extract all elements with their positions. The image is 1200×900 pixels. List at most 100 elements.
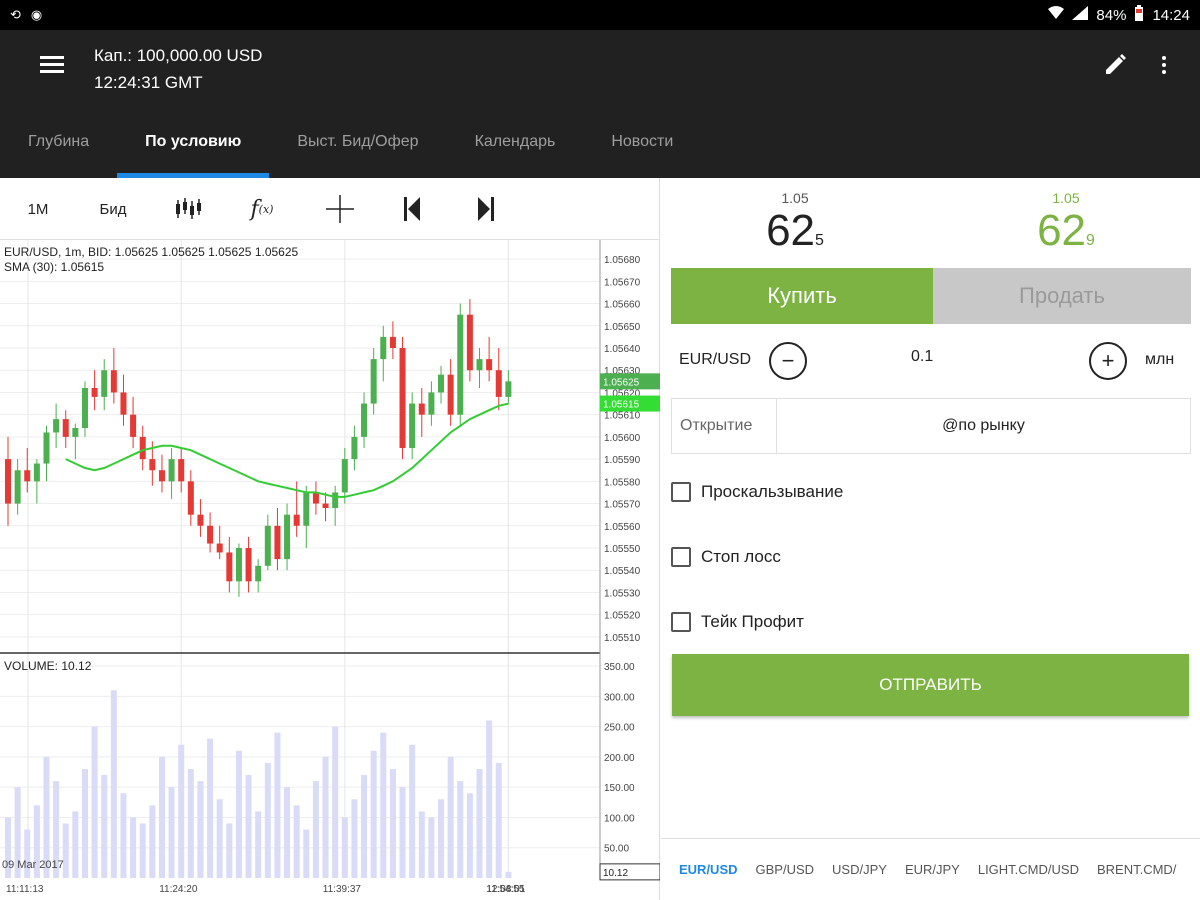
pair-usdjpy[interactable]: USD/JPY — [823, 862, 896, 877]
bid-prefix: 1.05 — [781, 190, 809, 206]
pair-light[interactable]: LIGHT.CMD/USD — [969, 862, 1088, 877]
bid-pip: 5 — [815, 232, 824, 249]
candle-body — [130, 414, 137, 437]
slippage-checkbox[interactable]: Проскальзывание — [671, 482, 843, 502]
volume-bar — [486, 720, 493, 878]
candle-body — [91, 388, 98, 397]
clock: 14:24 — [1152, 6, 1190, 24]
units-label: млн — [1145, 351, 1175, 368]
pencil-icon[interactable] — [1100, 50, 1130, 80]
candle-body — [399, 348, 406, 448]
order-pane: 1.05 625 1.05 629 Купить Продать EUR/USD… — [661, 178, 1200, 900]
crosshair-icon[interactable] — [318, 188, 362, 230]
candle-body — [332, 492, 339, 508]
volume-bar — [255, 811, 262, 878]
jump-start-icon[interactable] — [392, 188, 432, 230]
plus-icon[interactable]: + — [1089, 342, 1127, 380]
jump-end-icon[interactable] — [466, 188, 506, 230]
volume-bar — [216, 799, 223, 878]
quantity-input[interactable] — [911, 348, 991, 366]
candle-body — [81, 388, 88, 428]
opening-value[interactable]: @по рынку — [777, 399, 1190, 453]
bid-main: 62 — [766, 206, 816, 255]
volume-tick-label: 200.00 — [604, 753, 635, 764]
checkbox-icon[interactable] — [671, 547, 691, 567]
volume-bar — [361, 775, 368, 878]
volume-bar — [505, 871, 512, 878]
pair-eurusd[interactable]: EUR/USD — [661, 862, 747, 877]
pair-gbpusd[interactable]: GBP/USD — [747, 862, 824, 877]
volume-bar — [293, 805, 300, 878]
tab-conditional[interactable]: По условию — [117, 118, 270, 178]
volume-bar — [110, 690, 117, 878]
tab-calendar[interactable]: Календарь — [447, 118, 584, 178]
take-profit-checkbox[interactable]: Тейк Профит — [671, 612, 804, 632]
price-tick-label: 1.05560 — [604, 522, 641, 533]
pair-eurjpy[interactable]: EUR/JPY — [896, 862, 969, 877]
candle-body — [351, 436, 358, 460]
slippage-label: Проскальзывание — [701, 482, 844, 501]
volume-bar — [72, 811, 79, 878]
price-type-button[interactable]: Бид — [90, 188, 136, 230]
pair-brent[interactable]: BRENT.CMD/ — [1088, 862, 1185, 877]
volume-bar — [341, 817, 348, 878]
price-chart[interactable]: 1.05680 1.05670 1.05660 1.05650 1.05640 1.056… — [0, 240, 660, 900]
candle-body — [495, 370, 502, 397]
timeframe-button[interactable]: 1M — [18, 188, 58, 230]
tab-bid-offer[interactable]: Выст. Бид/Офер — [269, 118, 446, 178]
price-tick-label: 1.05520 — [604, 611, 641, 622]
chart-info-line2: SMA (30): 1.05615 — [4, 260, 104, 274]
candle-body — [24, 470, 31, 482]
candle-body — [53, 419, 60, 433]
time-tick-label: 11:24:20 — [159, 884, 198, 895]
ask-prefix: 1.05 — [1052, 190, 1080, 206]
candle-body — [168, 459, 175, 482]
volume-bar — [178, 744, 185, 878]
server-time: 12:24:31 GMT — [94, 73, 203, 92]
take-profit-label: Тейк Профит — [701, 612, 804, 631]
time-tick-label: 12:08:01 — [486, 884, 525, 895]
candle-body — [274, 525, 281, 560]
sell-button[interactable]: Продать — [933, 268, 1191, 324]
price-tick-label: 1.05650 — [604, 322, 641, 333]
volume-bar — [139, 823, 146, 878]
volume-bar — [380, 732, 387, 878]
candle-body — [139, 436, 146, 460]
checkbox-icon[interactable] — [671, 482, 691, 502]
pair-selector: EUR/USD GBP/USD USD/JPY EUR/JPY LIGHT.CM… — [661, 838, 1200, 900]
function-icon[interactable]: f (x) — [240, 188, 284, 230]
opening-row: Открытие @по рынку — [671, 398, 1191, 454]
volume-bar — [264, 762, 271, 878]
candle-body — [158, 470, 165, 482]
candle-body — [207, 525, 214, 544]
symbol-label: EUR/USD — [679, 351, 752, 368]
volume-bar — [197, 781, 204, 878]
candle-body — [120, 392, 127, 415]
candlestick-icon[interactable] — [168, 188, 208, 230]
candle-body — [14, 470, 21, 504]
candle-body — [110, 370, 117, 393]
chart-info-line1: EUR/USD, 1m, BID: 1.05625 1.05625 1.0562… — [4, 245, 299, 259]
candle-body — [418, 403, 425, 415]
minus-icon[interactable]: − — [769, 342, 807, 380]
candle-body — [62, 419, 69, 437]
stop-loss-checkbox[interactable]: Стоп лосс — [671, 547, 781, 567]
buy-button[interactable]: Купить — [671, 268, 933, 324]
tab-depth[interactable]: Глубина — [0, 118, 117, 178]
tab-news[interactable]: Новости — [583, 118, 701, 178]
candle-body — [322, 503, 329, 508]
candle-body — [370, 359, 377, 404]
price-tick-label: 1.05510 — [604, 633, 641, 644]
menu-icon[interactable] — [36, 52, 68, 80]
candle-body — [341, 459, 348, 493]
more-options-icon[interactable] — [1152, 50, 1176, 80]
price-tick-label: 1.05590 — [604, 455, 641, 466]
price-tick-label: 1.05640 — [604, 344, 641, 355]
candle-body — [187, 481, 194, 515]
checkbox-icon[interactable] — [671, 612, 691, 632]
price-tick-label: 1.05660 — [604, 300, 641, 311]
volume-tick-label: 150.00 — [604, 783, 635, 794]
volume-bar — [322, 756, 329, 878]
volume-tick-label: 300.00 — [604, 692, 635, 703]
submit-button[interactable]: ОТПРАВИТЬ — [672, 654, 1189, 716]
